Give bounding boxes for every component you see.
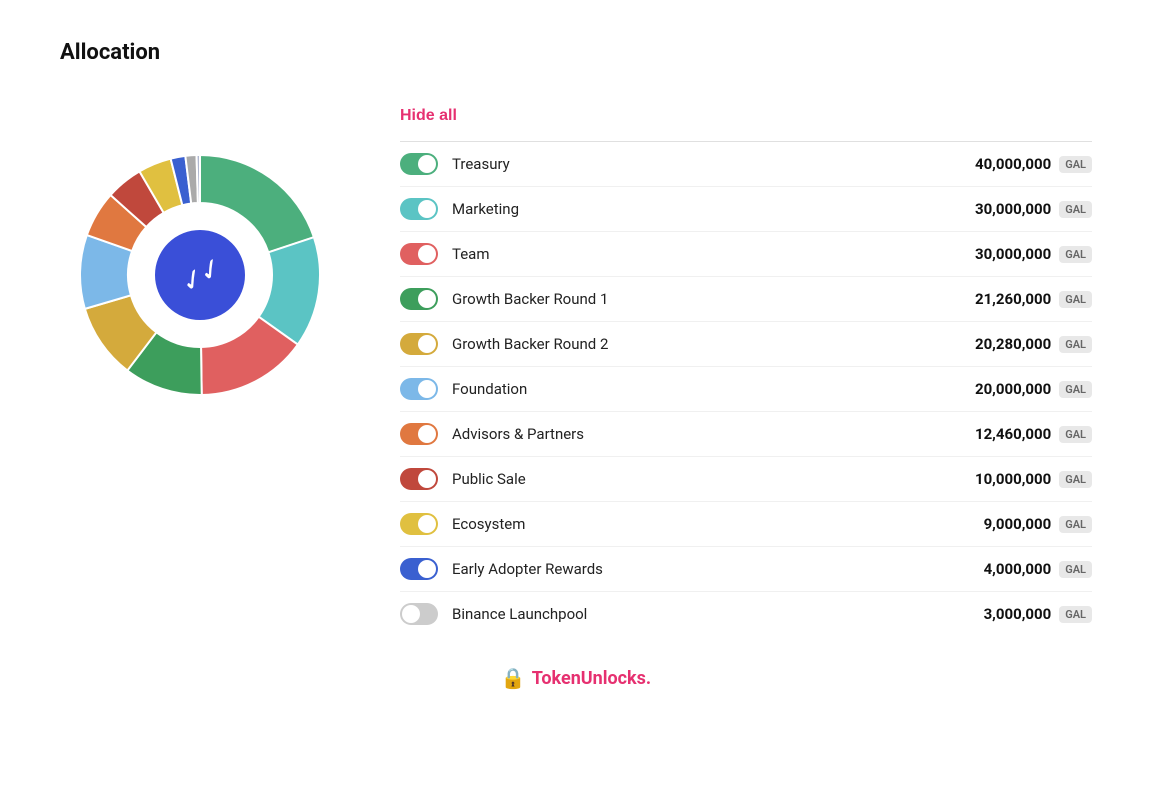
item-value: 20,000,000 bbox=[941, 380, 1051, 398]
toggle-switch[interactable] bbox=[400, 153, 438, 175]
item-value: 20,280,000 bbox=[941, 335, 1051, 353]
toggle-switch[interactable] bbox=[400, 423, 438, 445]
list-item: Advisors & Partners12,460,000 GAL bbox=[400, 412, 1092, 457]
chart-area: ✓✓ bbox=[60, 145, 340, 405]
footer: 🔒 TokenUnlocks. bbox=[60, 666, 1092, 690]
chart-icon: ✓✓ bbox=[174, 250, 226, 299]
item-name: Growth Backer Round 2 bbox=[452, 335, 941, 353]
toggle-switch[interactable] bbox=[400, 558, 438, 580]
item-value: 10,000,000 bbox=[941, 470, 1051, 488]
main-content: ✓✓ Hide all Treasury40,000,000GALMarketi… bbox=[60, 105, 1092, 636]
item-value: 40,000,000 bbox=[941, 155, 1051, 173]
item-badge: GAL bbox=[1059, 291, 1092, 308]
list-item: Treasury40,000,000 GAL bbox=[400, 142, 1092, 187]
item-name: Marketing bbox=[452, 200, 941, 218]
list-item: Early Adopter Rewards4,000,000 GAL bbox=[400, 547, 1092, 592]
toggle-switch[interactable] bbox=[400, 333, 438, 355]
toggle-switch[interactable] bbox=[400, 243, 438, 265]
item-name: Growth Backer Round 1 bbox=[452, 290, 941, 308]
toggle-switch[interactable] bbox=[400, 378, 438, 400]
toggle-switch[interactable] bbox=[400, 198, 438, 220]
item-badge: GAL bbox=[1059, 246, 1092, 263]
list-item: Growth Backer Round 121,260,000 GAL bbox=[400, 277, 1092, 322]
item-badge: GAL bbox=[1059, 516, 1092, 533]
allocation-list: Treasury40,000,000GALMarketing30,000,000… bbox=[400, 142, 1092, 636]
item-name: Advisors & Partners bbox=[452, 425, 941, 443]
item-badge: GAL bbox=[1059, 561, 1092, 578]
item-name: Public Sale bbox=[452, 470, 941, 488]
item-name: Early Adopter Rewards bbox=[452, 560, 941, 578]
item-value: 21,260,000 bbox=[941, 290, 1051, 308]
item-badge: GAL bbox=[1059, 471, 1092, 488]
footer-lock-icon: 🔒 bbox=[501, 666, 526, 690]
item-badge: GAL bbox=[1059, 381, 1092, 398]
item-name: Binance Launchpool bbox=[452, 605, 941, 623]
footer-text: TokenUnlocks. bbox=[532, 668, 651, 689]
item-badge: GAL bbox=[1059, 201, 1092, 218]
item-value: 30,000,000 bbox=[941, 200, 1051, 218]
item-value: 12,460,000 bbox=[941, 425, 1051, 443]
hide-all-button[interactable]: Hide all bbox=[400, 107, 457, 125]
list-item: Marketing30,000,000 GAL bbox=[400, 187, 1092, 232]
toggle-switch[interactable] bbox=[400, 288, 438, 310]
item-name: Treasury bbox=[452, 155, 941, 173]
legend-area: Hide all Treasury40,000,000GALMarketing3… bbox=[400, 105, 1092, 636]
item-badge: GAL bbox=[1059, 606, 1092, 623]
toggle-switch[interactable] bbox=[400, 603, 438, 625]
item-value: 30,000,000 bbox=[941, 245, 1051, 263]
toggle-switch[interactable] bbox=[400, 513, 438, 535]
toggle-switch[interactable] bbox=[400, 468, 438, 490]
item-badge: GAL bbox=[1059, 156, 1092, 173]
item-name: Ecosystem bbox=[452, 515, 941, 533]
item-badge: GAL bbox=[1059, 336, 1092, 353]
list-item: Growth Backer Round 220,280,000 GAL bbox=[400, 322, 1092, 367]
item-name: Foundation bbox=[452, 380, 941, 398]
page-title: Allocation bbox=[60, 40, 1092, 65]
list-item: Public Sale10,000,000 GAL bbox=[400, 457, 1092, 502]
list-item: Foundation20,000,000 GAL bbox=[400, 367, 1092, 412]
item-value: 9,000,000 bbox=[941, 515, 1051, 533]
item-value: 3,000,000 bbox=[941, 605, 1051, 623]
item-badge: GAL bbox=[1059, 426, 1092, 443]
item-value: 4,000,000 bbox=[941, 560, 1051, 578]
donut-chart: ✓✓ bbox=[70, 145, 330, 405]
list-item: Ecosystem9,000,000 GAL bbox=[400, 502, 1092, 547]
chart-center-logo: ✓✓ bbox=[150, 225, 250, 325]
list-item: Team30,000,000 GAL bbox=[400, 232, 1092, 277]
list-item: Binance Launchpool3,000,000 GAL bbox=[400, 592, 1092, 636]
item-name: Team bbox=[452, 245, 941, 263]
